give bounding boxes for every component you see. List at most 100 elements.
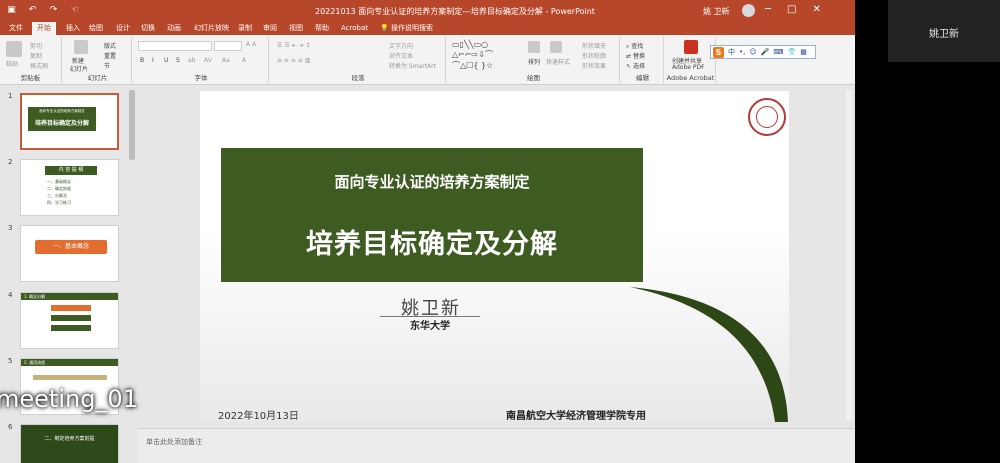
window-controls: ─ □ ✕ bbox=[765, 4, 821, 15]
tab-record[interactable]: 录制 bbox=[238, 22, 252, 35]
toolbox-icon[interactable]: ▦ bbox=[800, 48, 807, 56]
shape-fill-button[interactable]: 形状填充 bbox=[582, 41, 606, 50]
tab-help[interactable]: 帮助 bbox=[315, 22, 329, 35]
replace-button[interactable]: ⇄ 替换 bbox=[626, 51, 645, 60]
slide-scrollbar[interactable] bbox=[846, 90, 852, 420]
smartart-button[interactable]: 转换为 SmartArt bbox=[389, 61, 436, 70]
strikethrough-button[interactable]: ab bbox=[188, 57, 196, 64]
tab-review[interactable]: 审阅 bbox=[263, 22, 277, 35]
slide-date[interactable]: 2022年10月13日 bbox=[218, 407, 299, 422]
slide-thumbnail-3[interactable]: 一、基本概念 bbox=[20, 225, 119, 282]
font-size-combo[interactable] bbox=[214, 41, 242, 51]
thumb-number: 4 bbox=[8, 291, 13, 299]
grow-font-icon[interactable]: A A bbox=[246, 41, 256, 48]
thumb-number: 5 bbox=[8, 357, 13, 365]
skin-icon[interactable]: 👕 bbox=[788, 48, 797, 56]
paragraph-group-label: 段落 bbox=[351, 74, 365, 82]
slide-thumbnail-1[interactable]: 面向专业认证的培养方案制定 培养目标确定及分解 bbox=[20, 93, 119, 150]
notes-placeholder[interactable]: 单击此处添加备注 bbox=[146, 437, 202, 447]
format-painter-button[interactable]: 格式刷 bbox=[30, 61, 48, 70]
slide-thumbnail-2[interactable]: 内 容 提 纲 一、基础概念 二、确定依据 三、分解及 四、学习练习 bbox=[20, 159, 119, 216]
thumbnail-scrollbar[interactable] bbox=[129, 90, 135, 160]
change-case-button[interactable]: Aa bbox=[222, 57, 230, 64]
italic-button[interactable]: I bbox=[152, 57, 154, 64]
thumb-banner: 面向专业认证的培养方案制定 培养目标确定及分解 bbox=[28, 107, 96, 131]
notes-pane[interactable]: 单击此处添加备注 bbox=[138, 428, 855, 463]
user-name[interactable]: 姚 卫新 bbox=[703, 6, 730, 17]
tab-acrobat[interactable]: Acrobat bbox=[341, 22, 368, 35]
section-button[interactable]: 节 bbox=[104, 61, 110, 70]
spacing-button[interactable]: AV bbox=[204, 57, 212, 64]
thumb-title: 二、制定培养方案前提 bbox=[44, 436, 95, 442]
bullets-icon[interactable]: ☰ ☰ ⇤ ⇥ ↕ bbox=[277, 42, 310, 49]
document-title: 20221013 面向专业认证的培养方案制定---培养目标确定及分解 - Pow… bbox=[315, 7, 595, 16]
new-slide-icon[interactable] bbox=[74, 40, 88, 54]
keyboard-icon[interactable]: ⌨ bbox=[773, 48, 783, 56]
ime-mode[interactable]: 中 bbox=[728, 47, 735, 57]
participant-tile[interactable]: 姚卫新 bbox=[888, 0, 1000, 62]
tab-draw[interactable]: 绘图 bbox=[89, 22, 103, 35]
thumb-subtitle: 面向专业认证的培养方案制定 bbox=[39, 109, 85, 113]
emoji-icon[interactable]: ☺ bbox=[749, 48, 756, 56]
reset-button[interactable]: 重置 bbox=[104, 51, 116, 60]
current-slide[interactable]: 面向专业认证的培养方案制定 培养目标确定及分解 姚卫新 东华大学 2022年10… bbox=[200, 91, 789, 422]
maximize-button[interactable]: □ bbox=[787, 4, 796, 15]
tab-view[interactable]: 视图 bbox=[289, 22, 303, 35]
punctuation-icon[interactable]: •, bbox=[739, 48, 745, 56]
text-direction-button[interactable]: 文字方向 bbox=[389, 41, 413, 50]
thumb-outline-item: 四、学习练习 bbox=[47, 200, 71, 205]
slides-group-label: 幻灯片 bbox=[87, 74, 108, 82]
arrange-button[interactable]: 排列 bbox=[528, 57, 540, 66]
arrange-icon[interactable] bbox=[528, 41, 540, 53]
avatar[interactable] bbox=[742, 4, 755, 17]
thumb-title: 培养目标确定及分解 bbox=[34, 120, 89, 127]
thumb-outline: 一、基础概念 二、确定依据 三、分解及 四、学习练习 bbox=[47, 178, 71, 206]
minimize-button[interactable]: ─ bbox=[765, 4, 771, 15]
tab-animations[interactable]: 动画 bbox=[167, 22, 181, 35]
align-text-button[interactable]: 对齐文本 bbox=[389, 51, 413, 60]
paste-label[interactable]: 粘贴 bbox=[6, 59, 18, 68]
adobe-pdf-icon[interactable] bbox=[684, 40, 698, 54]
underline-button[interactable]: U bbox=[164, 57, 168, 64]
thumb-outline-item: 三、分解及 bbox=[47, 193, 67, 198]
slide-footer[interactable]: 南昌航空大学经济管理学院专用 bbox=[506, 407, 646, 422]
decorative-swoosh bbox=[630, 287, 788, 422]
tell-me-search[interactable]: 💡 操作说明搜索 bbox=[380, 22, 433, 35]
redo-icon[interactable]: ↷ bbox=[48, 5, 59, 16]
adobe-pdf-label[interactable]: Adobe PDF bbox=[672, 64, 705, 71]
tab-insert[interactable]: 插入 bbox=[66, 22, 80, 35]
select-button[interactable]: ↖ 选择 bbox=[626, 61, 645, 70]
tab-file[interactable]: 文件 bbox=[9, 22, 23, 35]
slides-group: 新建 幻灯片 版式 重置 节 幻灯片 bbox=[64, 37, 132, 83]
thumb-outline-item: 二、确定依据 bbox=[47, 186, 71, 191]
slide-thumbnail-4[interactable]: 1. 概念分解 bbox=[20, 292, 119, 349]
ime-toolbar[interactable]: S 中 •, ☺ 🎤 ⌨ 👕 ▦ bbox=[710, 45, 816, 59]
copy-button[interactable]: 复制 bbox=[30, 51, 42, 60]
tab-slideshow[interactable]: 幻灯片放映 bbox=[194, 22, 229, 35]
thumb-shape bbox=[33, 375, 107, 380]
save-icon[interactable]: ▣ bbox=[6, 5, 17, 16]
undo-icon[interactable]: ↶ bbox=[27, 5, 38, 16]
tab-design[interactable]: 设计 bbox=[116, 22, 130, 35]
shape-effects-button[interactable]: 形状效果 bbox=[582, 61, 606, 70]
shadow-button[interactable]: S bbox=[176, 57, 180, 64]
mic-icon[interactable]: 🎤 bbox=[761, 48, 770, 56]
tab-home[interactable]: 开始 bbox=[32, 22, 56, 35]
bold-button[interactable]: B bbox=[140, 57, 144, 64]
close-button[interactable]: ✕ bbox=[812, 4, 820, 15]
shapes-gallery[interactable]: ▭▯╲╲▭○ △⌐⌐⇨⇩⌒ ⌒△☐{ }☆ bbox=[452, 40, 493, 71]
font-name-combo[interactable] bbox=[138, 41, 212, 51]
align-icon[interactable]: ≡ ≡ ≡ ≡ ▥ bbox=[277, 57, 310, 64]
title-bar: ▣ ↶ ↷ ☜ 20221013 面向专业认证的培养方案制定---培养目标确定及… bbox=[0, 0, 855, 22]
shape-outline-button[interactable]: 形状轮廓 bbox=[582, 51, 606, 60]
quick-styles-button[interactable]: 快速样式 bbox=[546, 57, 570, 66]
slide-thumbnail-6[interactable]: 二、制定培养方案前提 bbox=[20, 424, 119, 463]
font-color-button[interactable]: A bbox=[242, 57, 246, 64]
quick-styles-icon[interactable] bbox=[550, 41, 562, 53]
find-button[interactable]: ⌕ 查找 bbox=[626, 41, 643, 51]
cut-button[interactable]: 剪切 bbox=[30, 41, 42, 50]
touch-mode-icon[interactable]: ☜ bbox=[69, 5, 80, 16]
layout-button[interactable]: 版式 bbox=[104, 41, 116, 50]
tab-transitions[interactable]: 切换 bbox=[141, 22, 155, 35]
paste-icon[interactable] bbox=[6, 41, 22, 57]
